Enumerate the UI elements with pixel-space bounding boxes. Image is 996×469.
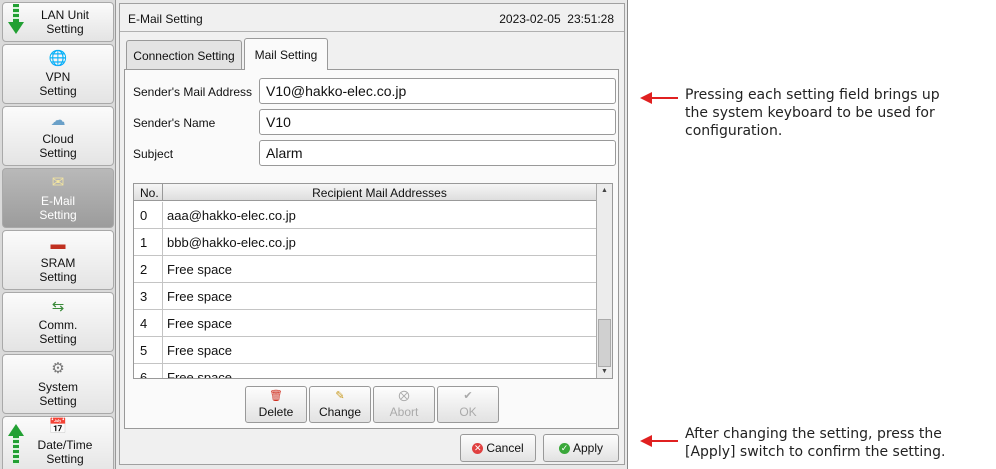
change-button[interactable]: ✎ Change (309, 386, 371, 423)
scrollbar-thumb[interactable] (598, 319, 611, 367)
abort-button[interactable]: ⨂ Abort (373, 386, 435, 423)
table-row[interactable]: 6 Free space (134, 364, 596, 379)
table-header: No. Recipient Mail Addresses (134, 184, 596, 201)
scroll-down-arrow-icon[interactable] (8, 22, 24, 34)
row-address: Free space (162, 310, 596, 337)
table-row[interactable]: 3 Free space (134, 283, 596, 310)
row-number: 6 (140, 370, 148, 379)
annotation-apply: After changing the setting, press the [A… (685, 426, 946, 460)
cancel-icon: ✕ (472, 442, 484, 454)
sidebar-item-comm[interactable]: ⇆ Comm. Setting (2, 292, 114, 352)
sender-address-field[interactable]: V10@hakko-elec.co.jp (259, 78, 616, 104)
row-number: 1 (140, 235, 148, 250)
annotation-fields: Pressing each setting field brings up th… (685, 87, 940, 139)
scroll-up-arrow-stem (13, 435, 19, 465)
scroll-up-icon[interactable]: ▲ (601, 187, 608, 194)
tab-label: Mail Setting (254, 47, 318, 62)
sender-name-label: Sender's Name (133, 116, 216, 130)
sidebar-item-label: LAN Unit Setting (40, 8, 90, 36)
table-row[interactable]: 0 aaa@hakko-elec.co.jp (134, 202, 596, 229)
button-label: Cancel (486, 441, 524, 455)
column-header-no: No. (140, 186, 159, 200)
trash-icon: 🗑 (269, 390, 283, 402)
sidebar-item-cloud[interactable]: ☁ Cloud Setting (2, 106, 114, 166)
tab-connection-setting[interactable]: Connection Setting (126, 40, 242, 70)
mail-setting-panel: Sender's Mail Address V10@hakko-elec.co.… (124, 69, 619, 429)
table-row[interactable]: 2 Free space (134, 256, 596, 283)
annotation-arrow-line (650, 97, 678, 99)
title-bar: E-Mail Setting 2023-02-05 23:51:28 (120, 4, 624, 32)
page-title: E-Mail Setting (128, 12, 203, 26)
check-circle-icon: ✔ (463, 390, 473, 402)
comm-icon: ⇆ (51, 297, 65, 315)
delete-button[interactable]: 🗑 Delete (245, 386, 307, 423)
row-address: Free space (162, 256, 596, 283)
check-icon: ✓ (558, 442, 570, 454)
sidebar-item-system[interactable]: ⚙ System Setting (2, 354, 114, 414)
subject-field[interactable]: Alarm (259, 140, 616, 166)
row-number: 0 (140, 208, 148, 223)
row-number: 2 (140, 262, 148, 277)
hmi-screen: LAN Unit Setting 🌐 VPN Setting ☁ Cloud S… (0, 0, 628, 469)
sidebar-item-vpn[interactable]: 🌐 VPN Setting (2, 44, 114, 104)
sidebar-item-label: System Setting (37, 379, 78, 408)
sidebar-item-label: Comm. Setting (38, 317, 78, 346)
table-row[interactable]: 5 Free space (134, 337, 596, 364)
row-address: Free space (162, 337, 596, 364)
pencil-icon: ✎ (335, 390, 345, 402)
row-address: aaa@hakko-elec.co.jp (162, 202, 596, 229)
sidebar-item-label: Cloud Setting (39, 131, 77, 160)
cancel-circle-icon: ⨂ (398, 390, 410, 402)
row-address: Free space (162, 364, 596, 378)
cloud-icon: ☁ (50, 111, 66, 129)
table-row[interactable]: 1 bbb@hakko-elec.co.jp (134, 229, 596, 256)
button-label: Delete (258, 405, 294, 419)
sender-name-field[interactable]: V10 (259, 109, 616, 135)
tab-mail-setting[interactable]: Mail Setting (244, 38, 328, 70)
row-number: 4 (140, 316, 148, 331)
scroll-down-arrow-stem (13, 4, 19, 24)
main-panel: E-Mail Setting 2023-02-05 23:51:28 Conne… (119, 3, 625, 465)
sram-icon: ▬ (50, 235, 66, 253)
datetime-display: 2023-02-05 23:51:28 (499, 12, 614, 26)
button-label: OK (459, 405, 477, 419)
annotation-arrow-line (650, 440, 678, 442)
sidebar: LAN Unit Setting 🌐 VPN Setting ☁ Cloud S… (0, 0, 116, 469)
mail-icon: ✉ (51, 173, 65, 191)
sidebar-item-label: SRAM Setting (39, 255, 77, 284)
calendar-icon: 📅 (48, 418, 68, 435)
button-label: Abort (389, 405, 419, 419)
row-number: 3 (140, 289, 148, 304)
sender-address-label: Sender's Mail Address (133, 85, 253, 99)
column-header-address: Recipient Mail Addresses (162, 184, 596, 201)
gear-icon: ⚙ (51, 359, 65, 377)
subject-label: Subject (133, 147, 174, 161)
table-scrollbar[interactable]: ▲ ▼ (596, 184, 612, 378)
sidebar-item-label: E-Mail Setting (39, 193, 77, 222)
sidebar-item-label: Date/Time Setting (37, 438, 93, 466)
row-address: bbb@hakko-elec.co.jp (162, 229, 596, 256)
tab-label: Connection Setting (133, 48, 235, 63)
button-label: Apply (572, 441, 604, 455)
table-row[interactable]: 4 Free space (134, 310, 596, 337)
sidebar-item-sram[interactable]: ▬ SRAM Setting (2, 230, 114, 290)
vpn-icon: 🌐 (48, 49, 68, 67)
ok-button[interactable]: ✔ OK (437, 386, 499, 423)
recipient-table: No. Recipient Mail Addresses 0 aaa@hakko-… (133, 183, 613, 379)
sidebar-item-email[interactable]: ✉ E-Mail Setting (2, 168, 114, 228)
row-address: Free space (162, 283, 596, 310)
row-number: 5 (140, 343, 148, 358)
button-label: Change (318, 405, 362, 419)
apply-button[interactable]: ✓ Apply (543, 434, 619, 462)
cancel-button[interactable]: ✕ Cancel (460, 434, 536, 462)
sidebar-item-label: VPN Setting (39, 69, 77, 98)
scroll-down-icon[interactable]: ▼ (601, 368, 608, 375)
